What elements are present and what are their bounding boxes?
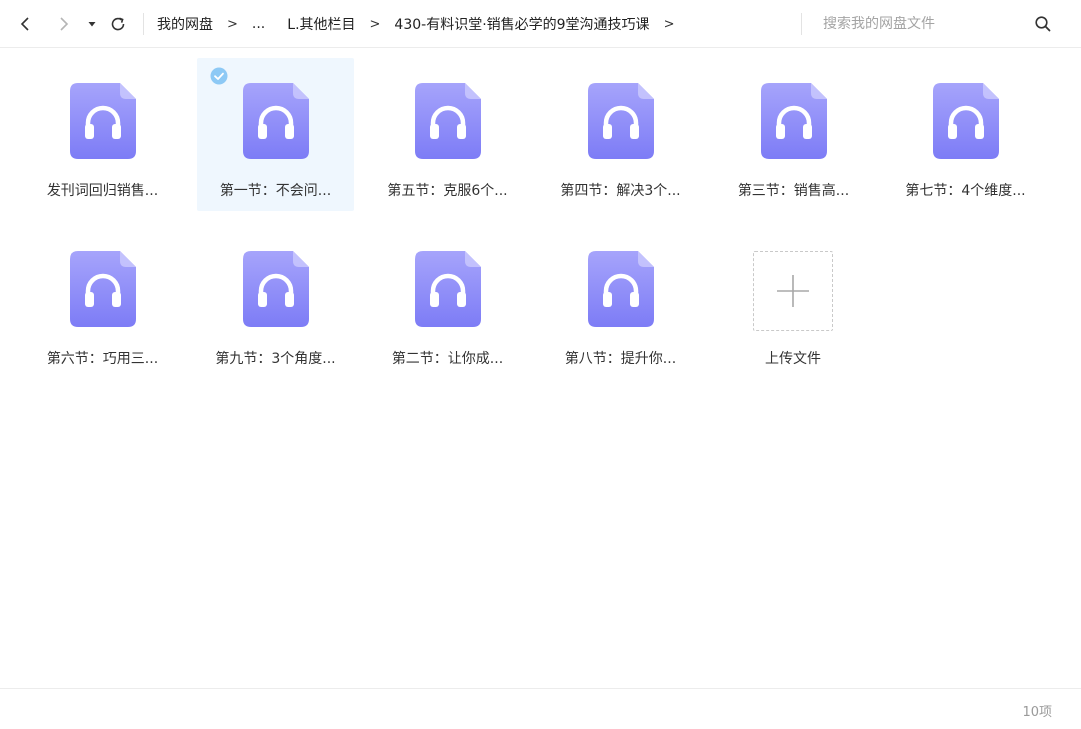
breadcrumb-item-current[interactable]: 430-有料识堂·销售必学的9堂沟通技巧课 — [394, 14, 649, 34]
file-name: 第九节：3个角度... — [215, 351, 336, 367]
audio-file-icon — [933, 83, 999, 159]
search-divider — [801, 13, 802, 35]
forward-button[interactable] — [52, 12, 76, 36]
file-name: 第二节：让你成... — [391, 351, 504, 367]
breadcrumb-separator: > — [227, 16, 238, 32]
search-input[interactable] — [823, 16, 1033, 32]
search-box — [801, 8, 1067, 40]
file-item[interactable]: 第六节：巧用三... — [24, 226, 181, 379]
audio-file-icon — [415, 83, 481, 159]
chevron-left-icon — [20, 17, 29, 31]
refresh-button[interactable] — [106, 12, 130, 36]
file-name: 第六节：巧用三... — [46, 351, 159, 367]
audio-file-icon — [415, 251, 481, 327]
upload-file-button[interactable]: 上传文件 — [699, 226, 887, 379]
status-bar: 10项 — [0, 688, 1081, 729]
file-name: 第四节：解决3个... — [560, 183, 681, 199]
refresh-icon — [111, 17, 125, 31]
back-button[interactable] — [13, 12, 37, 36]
checkmark-icon[interactable] — [210, 67, 228, 85]
breadcrumb-item-other[interactable]: L.其他栏目 — [287, 14, 355, 34]
breadcrumb-separator: > — [369, 16, 381, 32]
breadcrumb-separator[interactable]: > — [664, 17, 675, 32]
file-item[interactable]: 第三节：销售高... — [715, 58, 872, 211]
file-item[interactable]: 第四节：解决3个... — [542, 58, 699, 211]
breadcrumb-item-root[interactable]: 我的网盘 — [157, 14, 213, 34]
file-name: 第八节：提升你... — [564, 351, 677, 367]
item-count: 10项 — [1022, 705, 1052, 720]
file-name: 第五节：克服6个... — [387, 183, 508, 199]
search-icon — [1035, 16, 1051, 32]
file-name: 第七节：4个维度... — [905, 183, 1026, 199]
caret-down-icon — [88, 22, 96, 27]
plus-icon — [777, 275, 809, 307]
file-item[interactable]: 发刊词回归销售... — [24, 58, 181, 211]
file-item[interactable]: 第七节：4个维度... — [887, 58, 1044, 211]
audio-file-icon — [761, 83, 827, 159]
audio-file-icon — [588, 251, 654, 327]
upload-dropzone[interactable] — [753, 251, 833, 331]
toolbar: 我的网盘 > ... > L.其他栏目 > 430-有料识堂·销售必学的9堂沟通… — [0, 0, 1081, 48]
search-button[interactable] — [1033, 14, 1053, 34]
audio-file-icon — [588, 83, 654, 159]
audio-file-icon — [70, 251, 136, 327]
audio-file-icon — [70, 83, 136, 159]
file-item[interactable]: 第八节：提升你... — [542, 226, 699, 379]
file-item[interactable]: 第五节：克服6个... — [369, 58, 526, 211]
file-item-selected[interactable]: 第一节：不会问... — [197, 58, 354, 211]
breadcrumb: 我的网盘 > ... > L.其他栏目 > 430-有料识堂·销售必学的9堂沟通… — [157, 0, 688, 48]
toolbar-divider — [143, 13, 144, 35]
breadcrumb-item-ellipsis[interactable]: ... — [252, 16, 265, 32]
file-name: 第一节：不会问... — [219, 183, 332, 199]
history-dropdown-button[interactable] — [80, 12, 104, 36]
audio-file-icon — [243, 251, 309, 327]
file-name: 发刊词回归销售... — [46, 183, 159, 199]
audio-file-icon — [243, 83, 309, 159]
chevron-right-icon — [60, 17, 69, 31]
file-item[interactable]: 第九节：3个角度... — [197, 226, 354, 379]
file-item[interactable]: 第二节：让你成... — [369, 226, 526, 379]
file-name: 第三节：销售高... — [737, 183, 850, 199]
upload-label: 上传文件 — [765, 351, 821, 367]
